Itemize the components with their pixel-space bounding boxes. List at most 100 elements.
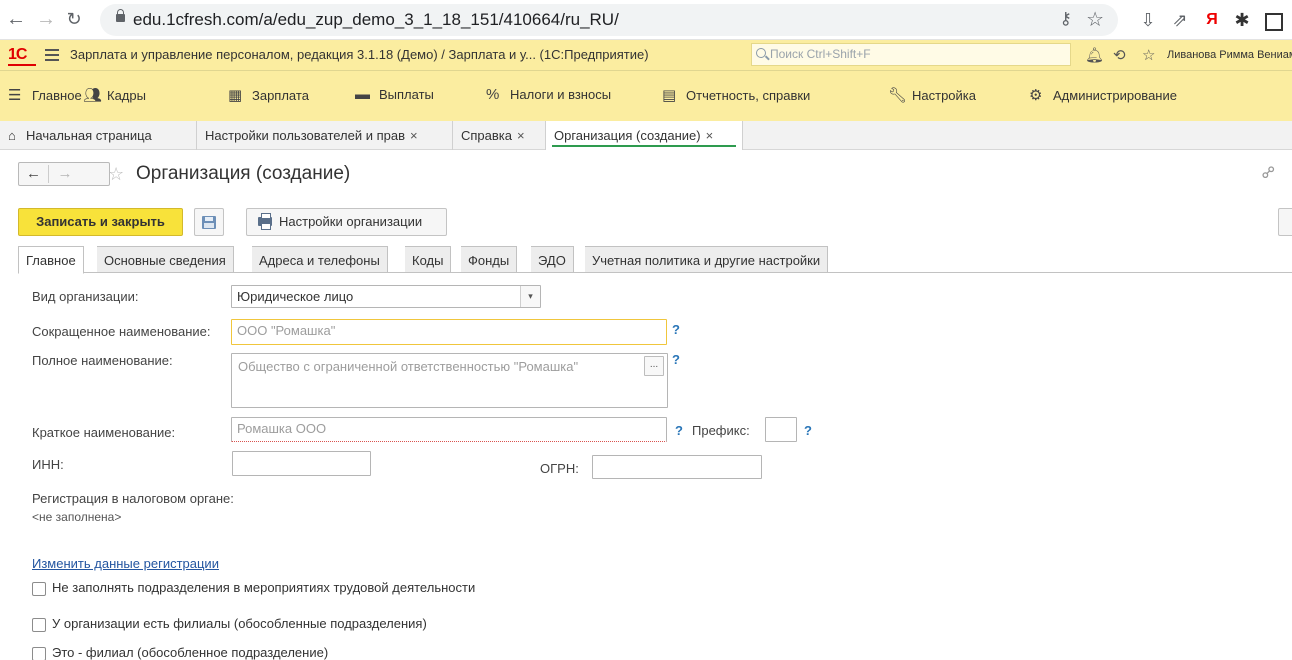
checkbox-label: Не заполнять подразделения в мероприятия… [52,580,476,595]
url-text[interactable]: edu.1cfresh.com/a/edu_zup_demo_3_1_18_15… [133,10,619,30]
report-icon: ▤ [662,87,677,104]
org-type-value: Юридическое лицо [237,289,354,304]
tab-user-settings[interactable]: Настройки пользователей и прав × [197,121,453,150]
ogrn-label: ОГРН: [540,461,579,476]
section-label: Администрирование [1053,88,1177,103]
global-search-input[interactable]: Поиск Ctrl+Shift+F [751,43,1071,66]
open-windows-bar: ⌂ Начальная страница Настройки пользовате… [0,121,1292,150]
org-type-select[interactable]: Юридическое лицо ▾ [231,285,541,308]
extensions-puzzle-icon[interactable]: ✱ [1232,9,1252,31]
link-icon[interactable]: ⚯ [1257,161,1281,185]
tab-label: Настройки пользователей и прав [205,128,406,143]
section-label: Кадры [107,88,146,103]
section-label: Главное [32,88,82,103]
prefix-input[interactable] [765,417,797,442]
lock-icon[interactable] [116,9,125,22]
section-settings[interactable]: 🔧︎ Настройка [888,86,976,106]
tab-funds[interactable]: Фонды [461,246,518,273]
key-icon[interactable]: ⚷ [1060,9,1072,29]
close-icon[interactable]: × [517,128,525,143]
tab-organization[interactable]: Организация (создание) × [546,121,743,150]
tab-basic-info[interactable]: Основные сведения [97,246,234,273]
tab-addresses[interactable]: Адреса и телефоны [252,246,388,273]
yandex-icon[interactable]: Я [1202,9,1222,31]
printer-icon [258,213,272,230]
window-icon[interactable] [1262,9,1283,31]
menu-hamburger-icon[interactable] [45,49,59,61]
section-label: Выплаты [379,87,434,102]
prefix-label: Префикс: [692,423,750,438]
tax-registration-label: Регистрация в налоговом органе: [32,491,234,506]
full-name-edit-button[interactable]: ... [644,356,664,376]
checkbox-box[interactable] [32,647,46,660]
tab-main[interactable]: Главное [18,246,84,274]
chevron-down-icon[interactable]: ▾ [520,286,540,307]
close-icon[interactable]: × [706,128,714,143]
section-reports[interactable]: ▤ Отчетность, справки [662,86,810,106]
home-icon: ⌂ [8,128,16,143]
form-back-icon[interactable]: ← [19,165,49,183]
bookmark-star-icon[interactable]: ☆ [1086,7,1104,32]
section-label: Отчетность, справки [686,88,811,103]
inn-label: ИНН: [32,457,64,472]
checkbox-box[interactable] [32,618,46,632]
save-and-close-button[interactable]: Записать и закрыть [18,208,183,236]
section-hr[interactable]: 👥︎ Кадры [83,86,146,106]
tab-home[interactable]: ⌂ Начальная страница [0,121,197,150]
reload-icon[interactable]: ↻ [62,8,86,32]
short-name-input[interactable]: ООО "Ромашка" [231,319,667,345]
brief-name-input[interactable]: Ромашка ООО [231,417,667,442]
tax-registration-value: <не заполнена> [32,510,122,524]
help-short-name[interactable]: ? [672,322,680,337]
inn-input[interactable] [232,451,371,476]
section-admin[interactable]: ⚙ Администрирование [1029,86,1177,106]
app-header: 1С Зарплата и управление персоналом, ред… [0,40,1292,71]
download-icon[interactable]: ⇩ [1138,9,1158,31]
address-bar[interactable]: edu.1cfresh.com/a/edu_zup_demo_3_1_18_15… [100,4,1118,36]
search-placeholder: Поиск Ctrl+Shift+F [770,47,871,61]
section-taxes[interactable]: % Налоги и взносы [486,86,611,106]
help-prefix[interactable]: ? [804,423,812,438]
wrench-icon: 🔧︎ [888,87,908,104]
bell-icon[interactable]: 🔔︎ [1085,46,1104,64]
ogrn-input[interactable] [592,455,762,479]
tab-help[interactable]: Справка × [453,121,546,150]
section-main[interactable]: ☰ Главное [8,86,82,106]
tab-label: Справка [461,128,512,143]
form-forward-icon[interactable]: → [50,165,80,183]
org-settings-button[interactable]: Настройки организации [246,208,447,236]
calculator-icon: ▦ [228,87,243,104]
menu-lines-icon: ☰ [8,87,22,104]
close-icon[interactable]: × [410,128,418,143]
tab-edo[interactable]: ЭДО [531,246,574,273]
section-payments[interactable]: ▬ Выплаты [355,86,434,106]
page-title: Организация (создание) [136,163,351,184]
change-registration-link[interactable]: Изменить данные регистрации [32,556,219,571]
browser-forward-icon[interactable]: → [34,8,58,32]
user-name[interactable]: Ливанова Римма Вениами [1167,49,1292,61]
tab-accounting-policy[interactable]: Учетная политика и другие настройки [585,246,829,273]
browser-back-icon[interactable]: ← [4,8,28,32]
section-salary[interactable]: ▦ Зарплата [228,86,309,106]
help-full-name[interactable]: ? [672,352,680,367]
more-actions-button[interactable] [1278,208,1292,236]
full-name-input[interactable]: Общество с ограниченной ответственностью… [231,353,668,408]
money-icon: ▬ [355,86,370,103]
browser-toolbar: ← → ↻ edu.1cfresh.com/a/edu_zup_demo_3_1… [0,0,1292,40]
form-favorite-star-icon[interactable]: ☆ [108,164,124,185]
form-navigation: ← → [18,162,110,186]
checkbox-box[interactable] [32,582,46,596]
favorites-star-icon[interactable]: ☆ [1142,46,1155,64]
app-title: Зарплата и управление персоналом, редакц… [70,47,649,62]
percent-icon: % [486,86,500,103]
tab-codes[interactable]: Коды [405,246,452,273]
help-brief-name[interactable]: ? [675,423,683,438]
short-name-label: Сокращенное наименование: [32,324,211,339]
checkbox-label: Это - филиал (обособленное подразделение… [52,645,329,660]
search-icon [756,48,766,58]
full-name-placeholder: Общество с ограниченной ответственностью… [238,359,579,374]
share-icon[interactable]: ⇗ [1170,9,1190,31]
checkbox-label: У организации есть филиалы (обособленные… [52,616,427,631]
save-button[interactable] [194,208,224,236]
history-icon[interactable]: ⟲ [1113,46,1126,64]
